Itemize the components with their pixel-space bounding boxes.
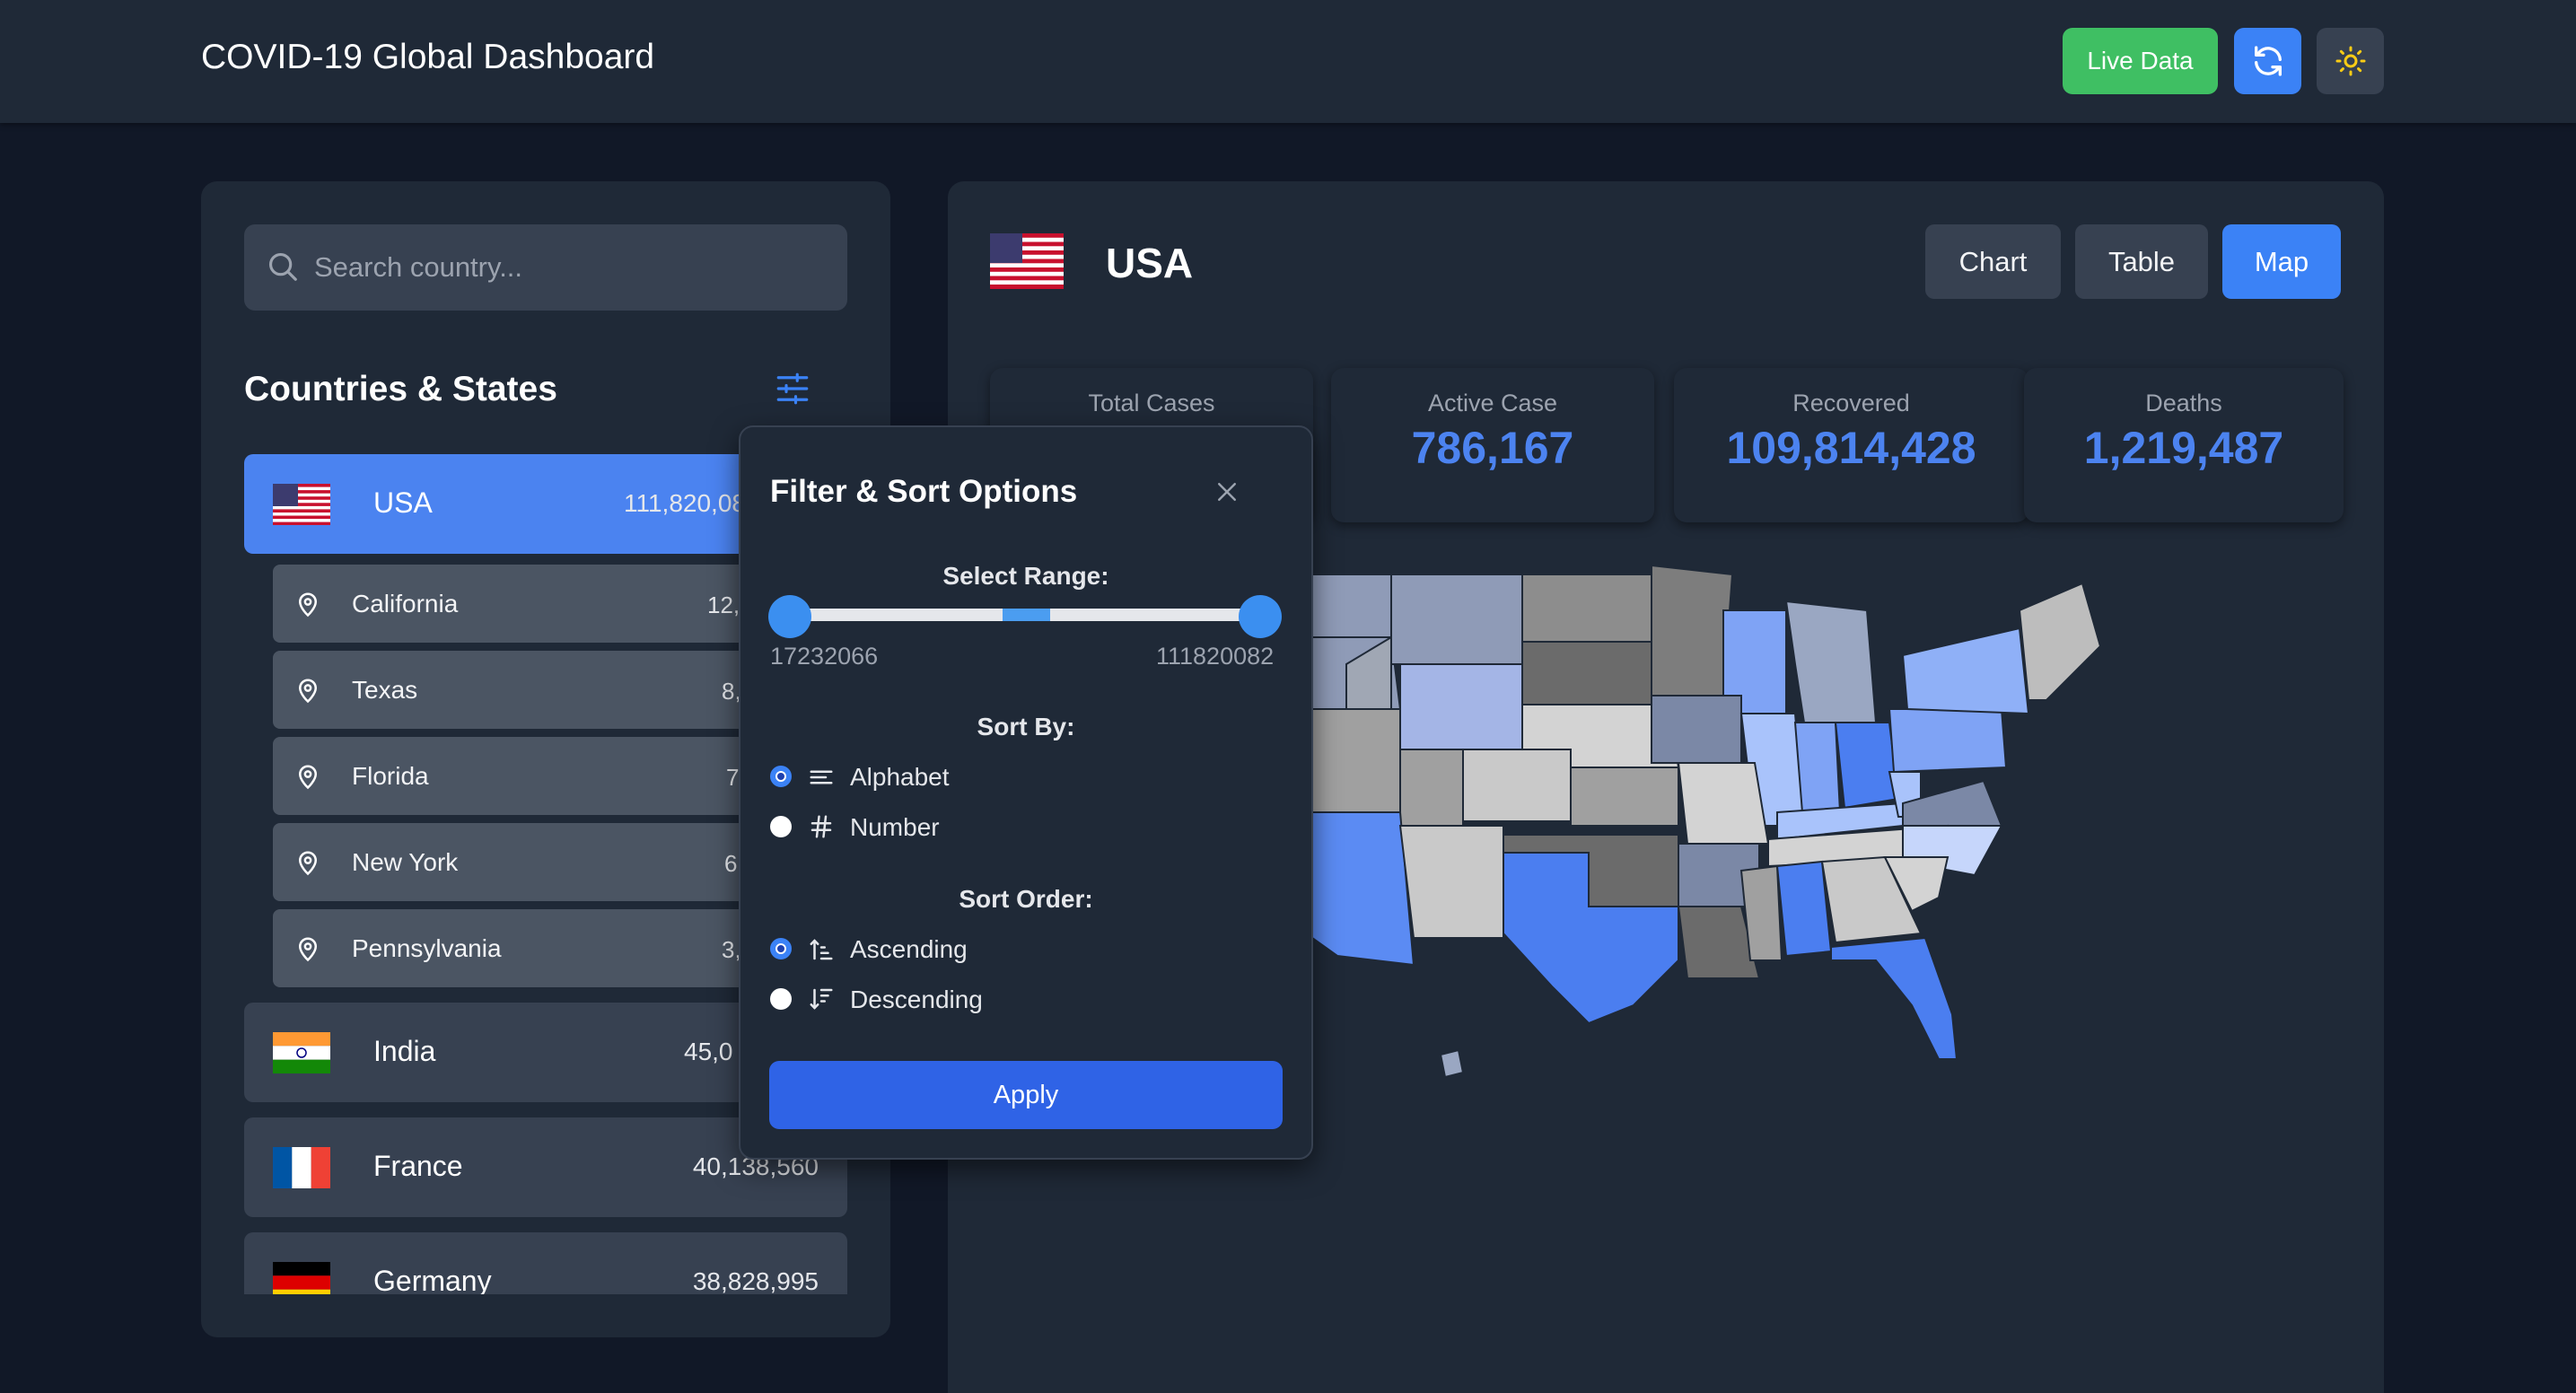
hash-icon xyxy=(810,815,832,838)
map-state-utah xyxy=(1399,749,1464,827)
state-cases: 7 xyxy=(726,764,740,791)
range-slider-fill xyxy=(1003,609,1050,621)
map-state-michigan xyxy=(1784,600,1878,723)
sort-descending-label[interactable]: Descending xyxy=(850,986,983,1014)
app-title: COVID-19 Global Dashboard xyxy=(201,38,655,76)
map-pin-icon xyxy=(298,765,318,790)
map-state-ohio xyxy=(1834,722,1900,810)
range-label: Select Range: xyxy=(942,562,1109,590)
stat-card-active-cases: Active Case 786,167 xyxy=(1331,368,1654,522)
france-flag-icon xyxy=(273,1147,330,1188)
country-name: Germany xyxy=(373,1265,492,1294)
filter-sliders-icon[interactable] xyxy=(774,370,811,407)
sun-icon xyxy=(2335,46,2365,76)
map-state-montana xyxy=(1390,574,1523,665)
map-state-indiana xyxy=(1793,722,1842,813)
state-name: Florida xyxy=(352,762,429,790)
stat-value: 786,167 xyxy=(1411,423,1574,473)
align-left-icon xyxy=(810,770,833,784)
search-icon xyxy=(268,252,297,281)
map-state-wyoming xyxy=(1399,663,1523,750)
state-name: New York xyxy=(352,848,459,876)
country-name: India xyxy=(373,1035,436,1067)
sort-ascending-label[interactable]: Ascending xyxy=(850,935,968,964)
stat-card-deaths: Deaths 1,219,487 xyxy=(2024,368,2344,522)
range-min-handle[interactable] xyxy=(768,595,811,638)
germany-flag-icon xyxy=(273,1262,330,1294)
refresh-button[interactable] xyxy=(2234,28,2301,94)
map-pin-icon xyxy=(298,937,318,962)
filter-sort-popup xyxy=(739,425,1313,1160)
map-state-minnesota xyxy=(1651,564,1734,696)
stat-label: Recovered xyxy=(1792,390,1910,416)
popup-title: Filter & Sort Options xyxy=(770,474,1078,509)
map-state-nevada xyxy=(1310,708,1401,813)
country-name: USA xyxy=(373,486,433,519)
theme-toggle-button[interactable] xyxy=(2317,28,2384,94)
search-input[interactable] xyxy=(314,242,817,293)
tab-map[interactable]: Map xyxy=(2222,224,2341,299)
map-pin-icon xyxy=(298,851,318,876)
usa-choropleth-map[interactable] xyxy=(1257,556,2199,1113)
tab-chart[interactable]: Chart xyxy=(1925,224,2061,299)
india-flag-icon xyxy=(273,1032,330,1073)
map-state-pennsylvania xyxy=(1888,708,2008,774)
stat-value: 1,219,487 xyxy=(2083,423,2284,473)
map-state-washington xyxy=(1310,574,1392,638)
close-icon[interactable] xyxy=(1214,478,1240,505)
map-state-missouri xyxy=(1677,762,1770,845)
sort-ascending-icon xyxy=(810,939,833,960)
map-state-arizona xyxy=(1304,811,1415,967)
map-pin-icon xyxy=(298,592,318,618)
map-state-hawaii xyxy=(1439,1048,1465,1079)
apply-button[interactable]: Apply xyxy=(769,1061,1283,1129)
map-state-north-dakota xyxy=(1521,574,1652,643)
sort-by-number-label[interactable]: Number xyxy=(850,813,940,842)
map-state-alabama xyxy=(1775,860,1833,958)
map-state-new-york xyxy=(1901,626,2030,715)
map-state-south-dakota xyxy=(1521,641,1652,705)
map-state-florida xyxy=(1830,936,1958,1060)
selected-country-title: USA xyxy=(1106,240,1194,286)
country-cases: 38,828,995 xyxy=(692,1267,819,1294)
sort-by-alphabet-label[interactable]: Alphabet xyxy=(850,763,950,792)
country-name: France xyxy=(373,1150,463,1182)
range-max-handle[interactable] xyxy=(1239,595,1282,638)
sort-descending-radio[interactable] xyxy=(770,988,792,1010)
country-cases: 45,0 xyxy=(684,1038,733,1065)
stat-label: Total Cases xyxy=(1088,390,1215,416)
sort-by-number-radio[interactable] xyxy=(770,816,792,837)
sort-by-label: Sort By: xyxy=(977,713,1075,740)
country-item-germany[interactable]: Germany 38,828,995 xyxy=(244,1232,847,1294)
map-state-new-england xyxy=(2018,582,2102,701)
tab-table[interactable]: Table xyxy=(2075,224,2208,299)
range-max-value: 111820082 xyxy=(1156,643,1275,670)
stat-card-recovered: Recovered 109,814,428 xyxy=(1674,368,2028,522)
map-state-new-mexico xyxy=(1398,825,1504,939)
map-state-colorado xyxy=(1462,749,1572,822)
stat-label: Active Case xyxy=(1427,390,1558,416)
sort-order-label: Sort Order: xyxy=(959,885,1093,913)
live-data-button[interactable]: Live Data xyxy=(2063,28,2218,94)
map-pin-icon xyxy=(298,679,318,704)
refresh-icon xyxy=(2254,46,2282,76)
sort-ascending-radio[interactable] xyxy=(770,938,792,959)
state-cases: 6 xyxy=(724,850,738,877)
map-state-kansas xyxy=(1570,767,1679,827)
country-cases: 111,820,08 xyxy=(624,489,746,517)
list-title: Countries & States xyxy=(244,370,557,408)
state-name: Pennsylvania xyxy=(352,934,502,962)
usa-flag-icon xyxy=(990,233,1064,289)
stat-label: Deaths xyxy=(2145,390,2222,416)
state-cases: 12, xyxy=(707,591,740,618)
map-state-iowa xyxy=(1651,695,1742,764)
state-name: Texas xyxy=(352,676,418,704)
sort-descending-icon xyxy=(810,988,833,1010)
range-min-value: 17232066 xyxy=(770,643,879,670)
usa-flag-icon xyxy=(273,484,330,525)
sort-by-alphabet-radio[interactable] xyxy=(770,766,792,787)
state-name: California xyxy=(352,590,459,618)
stat-value: 109,814,428 xyxy=(1726,423,1976,473)
